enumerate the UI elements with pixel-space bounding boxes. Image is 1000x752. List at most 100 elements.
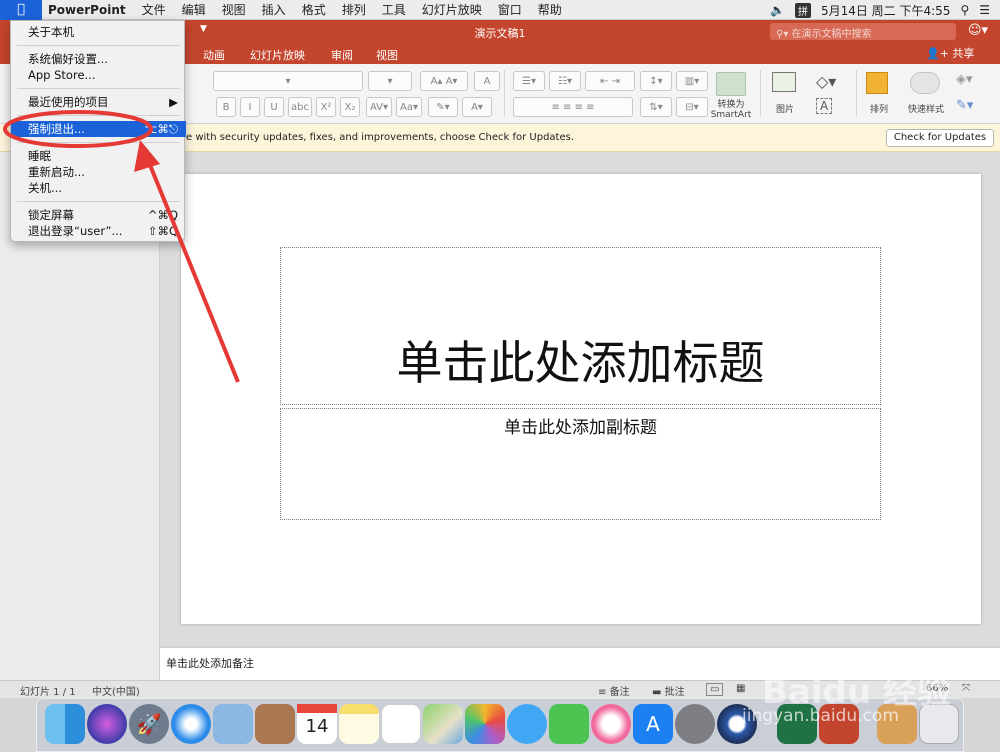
app-store-icon[interactable]: A	[633, 704, 673, 744]
superscript-button[interactable]: X²	[316, 97, 336, 117]
menu-item-label: App Store...	[28, 68, 96, 82]
indent-buttons[interactable]: ⇤ ⇥	[585, 71, 635, 91]
menu-separator	[17, 88, 180, 89]
menu-edit[interactable]: 编辑	[174, 0, 214, 20]
menu-item-force-quit[interactable]: 强制退出... ⌥⌘⎋	[11, 121, 186, 137]
notes-placeholder: 单击此处添加备注	[166, 657, 254, 670]
spotlight-search-icon[interactable]: ⚲	[960, 3, 969, 17]
normal-view-icon[interactable]: ▭	[706, 683, 724, 696]
menu-item-about[interactable]: 关于本机	[11, 24, 186, 40]
arrange-label: 排列	[869, 105, 888, 115]
menu-item-app-store[interactable]: App Store...	[11, 67, 186, 83]
subtitle-placeholder[interactable]: 单击此处添加副标题	[280, 408, 881, 520]
font-family-dropdown[interactable]: ▾	[213, 71, 363, 91]
maps-icon[interactable]	[423, 704, 463, 744]
photos-icon[interactable]	[465, 704, 505, 744]
feedback-smiley-icon[interactable]: ☺▾	[968, 23, 988, 38]
menu-item-shutdown[interactable]: 关机...	[11, 180, 186, 196]
align-text-button[interactable]: ⊟▾	[676, 97, 708, 117]
italic-button[interactable]: I	[240, 97, 260, 117]
mail-icon[interactable]	[213, 704, 253, 744]
notes-toggle-button[interactable]: ≡ 备注	[598, 683, 630, 698]
quick-styles-icon[interactable]	[910, 72, 940, 94]
tab-slideshow[interactable]: 幻灯片放映	[250, 47, 305, 63]
title-placeholder[interactable]: 单击此处添加标题	[280, 247, 881, 405]
reminders-icon[interactable]	[381, 704, 421, 744]
messages-icon[interactable]	[507, 704, 547, 744]
check-for-updates-button[interactable]: Check for Updates	[886, 129, 994, 147]
music-icon[interactable]	[591, 704, 631, 744]
shapes-icon[interactable]: ◇▾	[816, 72, 836, 91]
picture-icon[interactable]	[772, 72, 796, 92]
finder-icon[interactable]	[45, 704, 85, 744]
menu-window[interactable]: 窗口	[490, 0, 530, 20]
font-color-button[interactable]: A▾	[462, 97, 492, 117]
safari-icon[interactable]	[171, 704, 211, 744]
font-size-dropdown[interactable]: ▾	[368, 71, 412, 91]
siri-icon[interactable]	[87, 704, 127, 744]
menu-separator	[17, 142, 180, 143]
bold-button[interactable]: B	[216, 97, 236, 117]
bullets-button[interactable]: ☰▾	[513, 71, 545, 91]
menu-item-recent-items[interactable]: 最近使用的项目 ▶	[11, 94, 186, 110]
shape-outline-icon[interactable]: ✎▾	[956, 98, 973, 113]
comments-toggle-label: 批注	[664, 687, 685, 698]
strikethrough-button[interactable]: abc	[288, 97, 312, 117]
system-preferences-icon[interactable]	[675, 704, 715, 744]
menu-insert[interactable]: 插入	[254, 0, 294, 20]
highlight-color-button[interactable]: ✎▾	[428, 97, 458, 117]
menu-item-log-out[interactable]: 退出登录“user”... ⇧⌘Q	[11, 223, 186, 239]
clock[interactable]: 5月14日 周二 下午4:55	[821, 2, 950, 19]
slide-sorter-view-icon[interactable]: ▦	[736, 683, 745, 694]
menu-tools[interactable]: 工具	[374, 0, 414, 20]
menu-format[interactable]: 格式	[294, 0, 334, 20]
notes-icon[interactable]	[339, 704, 379, 744]
menu-item-sleep[interactable]: 睡眠	[11, 148, 186, 164]
menu-arrange[interactable]: 排列	[334, 0, 374, 20]
menu-view[interactable]: 视图	[214, 0, 254, 20]
search-input[interactable]: ⚲▾ 在演示文稿中搜索	[770, 23, 956, 40]
notification-center-icon[interactable]: ☰	[979, 3, 990, 17]
comments-toggle-button[interactable]: ▬ 批注	[652, 683, 685, 698]
contacts-icon[interactable]	[255, 704, 295, 744]
alignment-buttons[interactable]: ≡ ≡ ≡ ≡	[513, 97, 633, 117]
convert-smartart-icon[interactable]	[716, 72, 746, 96]
text-direction-button[interactable]: ⇅▾	[640, 97, 672, 117]
submenu-arrow-icon: ▶	[169, 95, 178, 109]
character-spacing-button[interactable]: AV▾	[366, 97, 392, 117]
menu-item-system-preferences[interactable]: 系统偏好设置...	[11, 51, 186, 67]
menu-slideshow[interactable]: 幻灯片放映	[414, 0, 490, 20]
menu-item-restart[interactable]: 重新启动...	[11, 164, 186, 180]
facetime-icon[interactable]	[549, 704, 589, 744]
menu-item-label: 最近使用的项目	[28, 95, 109, 109]
columns-button[interactable]: ▥▾	[676, 71, 708, 91]
tab-animations[interactable]: 动画	[203, 47, 225, 63]
tab-view[interactable]: 视图	[376, 47, 398, 63]
volume-icon[interactable]: 🔈	[770, 3, 785, 17]
calendar-day: 14	[305, 716, 329, 737]
tab-review[interactable]: 审阅	[331, 47, 353, 63]
shape-fill-icon[interactable]: ◈▾	[956, 72, 973, 87]
app-menu[interactable]: PowerPoint	[42, 0, 134, 20]
change-case-button[interactable]: Aa▾	[396, 97, 422, 117]
picture-label: 图片	[775, 105, 794, 115]
font-grow-shrink-buttons[interactable]: A▴ A▾	[420, 71, 468, 91]
apple-menu-icon[interactable]: 	[0, 0, 42, 20]
ribbon-divider	[856, 70, 857, 116]
menu-help[interactable]: 帮助	[530, 0, 570, 20]
calendar-icon[interactable]: 14	[297, 704, 337, 744]
launchpad-icon[interactable]: 🚀	[129, 704, 169, 744]
fit-to-window-icon[interactable]: ⤧	[962, 683, 970, 694]
arrange-icon[interactable]	[866, 72, 888, 94]
subscript-button[interactable]: X₂	[340, 97, 360, 117]
menu-file[interactable]: 文件	[134, 0, 174, 20]
share-button[interactable]: 👤+ 共享	[926, 45, 974, 61]
numbering-button[interactable]: ☷▾	[549, 71, 581, 91]
textbox-icon[interactable]: A	[816, 98, 833, 114]
input-method-icon[interactable]: 拼	[794, 2, 811, 18]
line-spacing-button[interactable]: ↕▾	[640, 71, 672, 91]
underline-button[interactable]: U	[264, 97, 284, 117]
convert-smartart-label: 转换为 SmartArt	[710, 100, 752, 120]
menu-item-lock-screen[interactable]: 锁定屏幕 ^⌘Q	[11, 207, 186, 223]
clear-format-icon[interactable]: A	[474, 71, 500, 91]
